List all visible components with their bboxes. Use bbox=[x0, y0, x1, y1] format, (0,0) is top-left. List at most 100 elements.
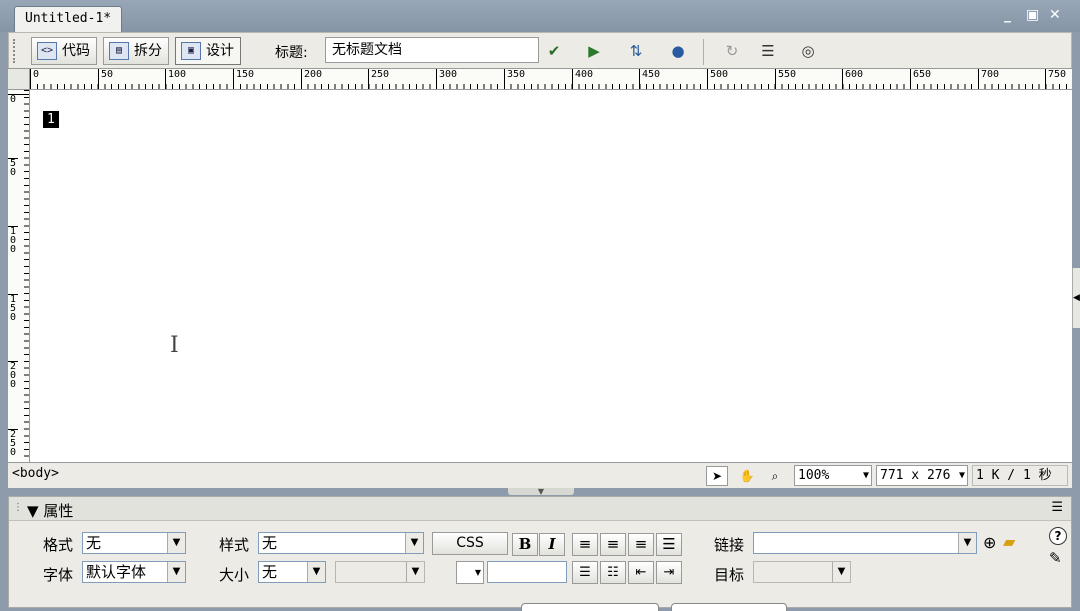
format-value: 无 bbox=[86, 534, 102, 552]
properties-header[interactable]: ⋮ ▼ 属性 ☰ bbox=[9, 497, 1071, 521]
chevron-down-icon: ▼ bbox=[832, 562, 850, 582]
restore-icon[interactable]: ▣ bbox=[1026, 7, 1039, 23]
ruler-tick: 450 bbox=[639, 69, 660, 89]
download-stats-value: 1 K / 1 秒 bbox=[976, 468, 1052, 483]
chevron-down-icon: ▼ bbox=[405, 533, 423, 553]
close-icon[interactable]: ✕ bbox=[1049, 7, 1061, 23]
ruler-tick: 0 bbox=[8, 94, 29, 105]
document-toolbar: <> 代码 ▤ 拆分 ▣ 设计 标题: 无标题文档 ✔ ▶ ⇅ ● ↻ ☰ ◎ bbox=[8, 32, 1072, 68]
unordered-list-icon[interactable]: ☰ bbox=[572, 561, 598, 584]
zoom-tool-icon[interactable]: ⌕ bbox=[764, 466, 786, 486]
chevron-down-icon: ▼ bbox=[307, 562, 325, 582]
hand-tool-icon[interactable]: ✋ bbox=[736, 466, 758, 486]
target-select: ▼ bbox=[753, 561, 851, 583]
panel-expand-arrow-icon[interactable]: ◀ bbox=[1072, 268, 1080, 328]
ruler-tick: 150 bbox=[8, 294, 18, 323]
ruler-tick: 50 bbox=[8, 158, 18, 178]
chevron-down-icon: ▼ bbox=[167, 562, 185, 582]
text-color-button[interactable]: ▼ bbox=[456, 561, 484, 584]
size-unit-select: ▼ bbox=[335, 561, 425, 583]
title-label: 标题: bbox=[275, 45, 308, 61]
validate-markup-icon[interactable]: ✔ bbox=[539, 38, 569, 64]
zoom-value: 100% bbox=[798, 468, 830, 483]
list-item-button[interactable] bbox=[671, 603, 787, 611]
visual-aids-icon[interactable]: ◎ bbox=[793, 38, 823, 64]
style-label: 样式 bbox=[219, 536, 250, 554]
link-input[interactable]: ▼ bbox=[753, 532, 977, 554]
ruler-origin[interactable] bbox=[8, 69, 30, 89]
code-view-button[interactable]: <> 代码 bbox=[31, 37, 97, 65]
tag-selector[interactable]: <body> bbox=[12, 466, 59, 481]
chevron-down-icon: ▼ bbox=[406, 562, 424, 582]
style-select[interactable]: 无 ▼ bbox=[258, 532, 424, 554]
ruler-tick: 650 bbox=[910, 69, 931, 89]
document-tab[interactable]: Untitled-1* bbox=[14, 6, 123, 32]
minimize-icon[interactable]: _ bbox=[1004, 7, 1011, 23]
browser-check-icon[interactable]: ● bbox=[663, 38, 693, 64]
page-properties-buttons bbox=[521, 603, 797, 611]
align-right-icon[interactable]: ≡ bbox=[628, 533, 654, 556]
title-input[interactable]: 无标题文档 bbox=[325, 37, 539, 63]
size-value: 无 bbox=[262, 563, 278, 581]
format-label: 格式 bbox=[43, 536, 74, 554]
browse-folder-icon[interactable]: ▰ bbox=[1003, 532, 1015, 551]
align-justify-icon[interactable]: ☰ bbox=[656, 533, 682, 556]
ruler-tick: 600 bbox=[842, 69, 863, 89]
file-management-icon[interactable]: ⇅ bbox=[621, 38, 651, 64]
align-left-icon[interactable]: ≡ bbox=[572, 533, 598, 556]
ruler-tick: 300 bbox=[436, 69, 457, 89]
ruler-tick: 200 bbox=[301, 69, 322, 89]
bold-button[interactable]: B bbox=[512, 533, 538, 556]
help-icon[interactable]: ? bbox=[1049, 527, 1067, 545]
format-select[interactable]: 无 ▼ bbox=[82, 532, 186, 554]
design-view-button[interactable]: ▣ 设计 bbox=[175, 37, 241, 65]
properties-title: ▼ 属性 bbox=[27, 502, 74, 520]
panel-options-icon[interactable]: ☰ bbox=[1051, 500, 1063, 515]
style-value: 无 bbox=[262, 534, 278, 552]
ruler-tick: 550 bbox=[775, 69, 796, 89]
indent-icon[interactable]: ⇥ bbox=[656, 561, 682, 584]
code-view-icon: <> bbox=[37, 42, 57, 60]
ruler-tick: 50 bbox=[98, 69, 113, 89]
ordered-list-icon[interactable]: ☷ bbox=[600, 561, 626, 584]
zoom-select[interactable]: 100% ▼ bbox=[794, 465, 872, 486]
target-label: 目标 bbox=[714, 566, 745, 584]
ruler-tick: 100 bbox=[8, 226, 18, 255]
toolbar-separator bbox=[703, 39, 704, 65]
panel-grip-icon[interactable]: ⋮ bbox=[13, 502, 23, 513]
size-label: 大小 bbox=[219, 566, 250, 584]
window-size-select[interactable]: 771 x 276 ▼ bbox=[876, 465, 968, 486]
preview-in-browser-icon[interactable]: ▶ bbox=[579, 38, 609, 64]
selection-marker: 1 bbox=[43, 111, 59, 128]
chevron-down-icon: ▼ bbox=[958, 533, 976, 553]
ruler-tick: 250 bbox=[8, 429, 18, 458]
pointer-tool-icon[interactable]: ➤ bbox=[706, 466, 728, 486]
font-select[interactable]: 默认字体 ▼ bbox=[82, 561, 186, 583]
ruler-tick: 0 bbox=[30, 69, 39, 89]
panel-splitter[interactable]: ▼ bbox=[0, 488, 1080, 496]
download-stats: 1 K / 1 秒 bbox=[972, 465, 1068, 486]
collapse-arrow-icon[interactable]: ▼ bbox=[508, 488, 574, 496]
text-color-input[interactable] bbox=[487, 561, 567, 583]
font-label: 字体 bbox=[43, 566, 74, 584]
chevron-down-icon: ▼ bbox=[474, 568, 481, 577]
css-button[interactable]: CSS bbox=[432, 532, 508, 555]
properties-title-text: 属性 bbox=[43, 502, 74, 520]
align-center-icon[interactable]: ≡ bbox=[600, 533, 626, 556]
view-options-icon[interactable]: ☰ bbox=[753, 38, 783, 64]
outdent-icon[interactable]: ⇤ bbox=[628, 561, 654, 584]
ruler-tick: 100 bbox=[165, 69, 186, 89]
split-view-button[interactable]: ▤ 拆分 bbox=[103, 37, 169, 65]
size-select[interactable]: 无 ▼ bbox=[258, 561, 326, 583]
link-label: 链接 bbox=[714, 536, 745, 554]
ruler-tick: 400 bbox=[572, 69, 593, 89]
ruler-tick: 750 bbox=[1045, 69, 1066, 89]
refresh-icon[interactable]: ↻ bbox=[717, 38, 747, 64]
ruler-tick: 700 bbox=[978, 69, 999, 89]
design-canvas[interactable]: 1 I bbox=[30, 90, 1072, 462]
quick-tag-editor-icon[interactable]: ✎ bbox=[1049, 549, 1062, 567]
italic-button[interactable]: I bbox=[539, 533, 565, 556]
toolbar-grip[interactable] bbox=[13, 39, 17, 63]
point-to-file-icon[interactable]: ⊕ bbox=[983, 533, 996, 552]
page-properties-button[interactable] bbox=[521, 603, 659, 611]
